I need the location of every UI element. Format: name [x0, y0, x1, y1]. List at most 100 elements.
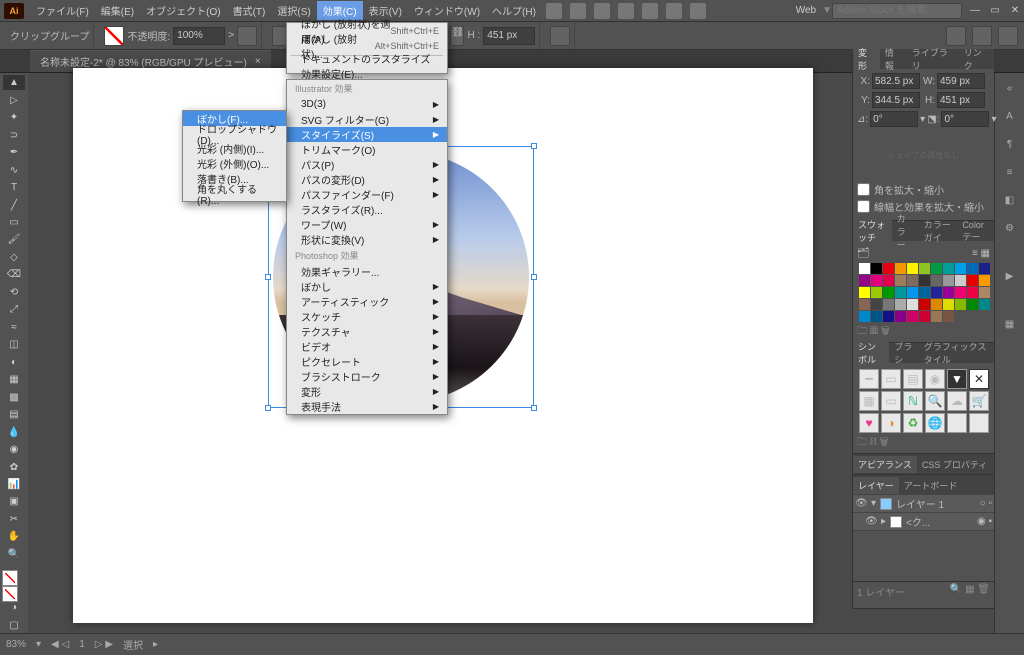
tab-colortheme[interactable]: Color テー — [957, 218, 994, 245]
dock-gear-icon[interactable]: ⚙ — [999, 217, 1021, 239]
visibility-icon[interactable]: 👁 — [865, 516, 877, 527]
effect-blur-ps[interactable]: ぼかし▶ — [287, 279, 447, 294]
maximize-button[interactable]: ▭ — [990, 5, 1000, 16]
toolbar-icon-6[interactable] — [666, 3, 682, 19]
toolbar-icon-2[interactable] — [570, 3, 586, 19]
menu-type[interactable]: 書式(T) — [227, 1, 272, 20]
eyedropper-tool[interactable]: 💧 — [3, 424, 25, 439]
w-input[interactable] — [937, 73, 985, 89]
effect-path[interactable]: パス(P)▶ — [287, 157, 447, 172]
toolbar-icon-5[interactable] — [642, 3, 658, 19]
layer-row[interactable]: 👁 ▸ <ク... ◉ ▪ — [853, 513, 994, 531]
effect-video[interactable]: ビデオ▶ — [287, 339, 447, 354]
shear-input[interactable] — [941, 111, 989, 127]
style-icon[interactable] — [237, 26, 257, 46]
tab-swatches[interactable]: スウォッチ — [853, 216, 892, 246]
dock-path-icon[interactable]: ◧ — [999, 189, 1021, 211]
stylize-roundcorners[interactable]: 角を丸くする(R)... — [183, 186, 286, 201]
hand-tool[interactable]: ✋ — [3, 529, 25, 544]
zoom-tool[interactable]: 🔍 — [3, 547, 25, 562]
effect-texture[interactable]: テクスチャ▶ — [287, 324, 447, 339]
effect-svg[interactable]: SVG フィルター(G)▶ — [287, 112, 447, 127]
line-tool[interactable]: ╱ — [3, 197, 25, 212]
lasso-tool[interactable]: ⊃ — [3, 127, 25, 142]
raster-settings[interactable]: ドキュメントのラスタライズ効果設定(E)... — [287, 58, 447, 73]
arrange-docs-icon[interactable] — [972, 26, 992, 46]
shape-builder-tool[interactable]: ◐ — [3, 355, 25, 370]
direct-select-tool[interactable]: ▷ — [3, 92, 25, 107]
dock-character-icon[interactable]: A — [999, 105, 1021, 127]
height-input[interactable] — [483, 27, 535, 45]
effect-sketch[interactable]: スケッチ▶ — [287, 309, 447, 324]
dock-paragraph-icon[interactable]: ¶ — [999, 133, 1021, 155]
toolbar-icon-7[interactable] — [690, 3, 706, 19]
stylize-dropshadow[interactable]: ドロップシャドウ(D)... — [183, 126, 286, 141]
width-tool[interactable]: ≈ — [3, 320, 25, 335]
menu-help[interactable]: ヘルプ(H) — [486, 1, 542, 20]
effect-distort[interactable]: パスの変形(D)▶ — [287, 172, 447, 187]
close-tab-icon[interactable]: × — [255, 56, 261, 67]
toolbar-icon-3[interactable] — [594, 3, 610, 19]
wand-tool[interactable]: ✦ — [3, 110, 25, 125]
effect-brush[interactable]: ブラシストローク▶ — [287, 369, 447, 384]
zoom-level[interactable]: 83% — [6, 639, 26, 650]
stylize-outerglow[interactable]: 光彩 (外側)(O)... — [183, 156, 286, 171]
screen-mode[interactable]: ▢ — [3, 618, 25, 633]
tab-colorguide[interactable]: カラーガイ — [919, 216, 958, 246]
close-button[interactable]: ✕ — [1010, 5, 1020, 16]
selection-tool[interactable]: ▲ — [3, 75, 25, 90]
opacity-input[interactable] — [173, 27, 225, 45]
artboard-number[interactable]: 1 — [79, 639, 85, 650]
angle-input[interactable] — [870, 111, 918, 127]
tab-artboards[interactable]: アートボード — [899, 477, 962, 494]
y-input[interactable] — [872, 92, 920, 108]
dock-play-icon[interactable]: ▶ — [999, 265, 1021, 287]
dock-align-icon[interactable]: ≡ — [999, 161, 1021, 183]
x-input[interactable] — [872, 73, 920, 89]
tab-symbols[interactable]: シンボル — [853, 338, 889, 368]
layer-row[interactable]: 👁 ▾ レイヤー 1 ○ ▫ — [853, 495, 994, 513]
constrain-icon[interactable] — [550, 26, 570, 46]
type-tool[interactable]: T — [3, 180, 25, 195]
effect-gallery[interactable]: 効果ギャラリー... — [287, 264, 447, 279]
menu-edit[interactable]: 編集(E) — [95, 1, 140, 20]
effect-pathfinder[interactable]: パスファインダー(F)▶ — [287, 187, 447, 202]
rotate-tool[interactable]: ⟲ — [3, 285, 25, 300]
slice-tool[interactable]: ✂ — [3, 512, 25, 527]
shaper-tool[interactable]: ◇ — [3, 250, 25, 265]
tab-links[interactable]: リンク — [959, 44, 994, 74]
effect-stylize-ps[interactable]: 表現手法▶ — [287, 399, 447, 414]
effect-artistic[interactable]: アーティスティック▶ — [287, 294, 447, 309]
toolbar-icon-4[interactable] — [618, 3, 634, 19]
brush-tool[interactable]: 🖌 — [3, 232, 25, 247]
pen-tool[interactable]: ✒ — [3, 145, 25, 160]
artboard-tool[interactable]: ▣ — [3, 494, 25, 509]
effect-distort-ps[interactable]: 変形▶ — [287, 384, 447, 399]
effect-rasterize[interactable]: ラスタライズ(R)... — [287, 202, 447, 217]
blend-tool[interactable]: ◉ — [3, 442, 25, 457]
panel-dock-icon[interactable] — [946, 26, 966, 46]
tab-transform[interactable]: 変形 — [853, 44, 880, 74]
effect-pixelate[interactable]: ピクセレート▶ — [287, 354, 447, 369]
tab-appearance[interactable]: アピアランス — [853, 456, 917, 473]
workspace-switcher[interactable]: Web — [790, 5, 822, 16]
link-icon[interactable]: ⛓ — [450, 26, 464, 46]
curvature-tool[interactable]: ∿ — [3, 162, 25, 177]
canvas[interactable] — [28, 73, 994, 633]
menu-window[interactable]: ウィンドウ(W) — [408, 1, 486, 20]
rectangle-tool[interactable]: ▭ — [3, 215, 25, 230]
h-input[interactable] — [937, 92, 985, 108]
effect-convert-shape[interactable]: 形状に変換(V)▶ — [287, 232, 447, 247]
symbol-tool[interactable]: ✿ — [3, 459, 25, 474]
tab-color[interactable]: カラー — [892, 210, 919, 253]
draw-mode[interactable]: ◑ — [3, 600, 25, 615]
minimize-button[interactable]: — — [970, 5, 980, 16]
gradient-tool[interactable]: ▤ — [3, 407, 25, 422]
menu-object[interactable]: オブジェクト(O) — [140, 1, 226, 20]
tab-graphicstyles[interactable]: グラフィックスタイル — [919, 338, 994, 368]
tab-brushes[interactable]: ブラシ — [889, 338, 919, 368]
effect-trim[interactable]: トリムマーク(O) — [287, 142, 447, 157]
effect-3d[interactable]: 3D(3)▶ — [287, 97, 447, 112]
visibility-icon[interactable]: 👁 — [855, 498, 867, 509]
menu-file[interactable]: ファイル(F) — [30, 1, 95, 20]
